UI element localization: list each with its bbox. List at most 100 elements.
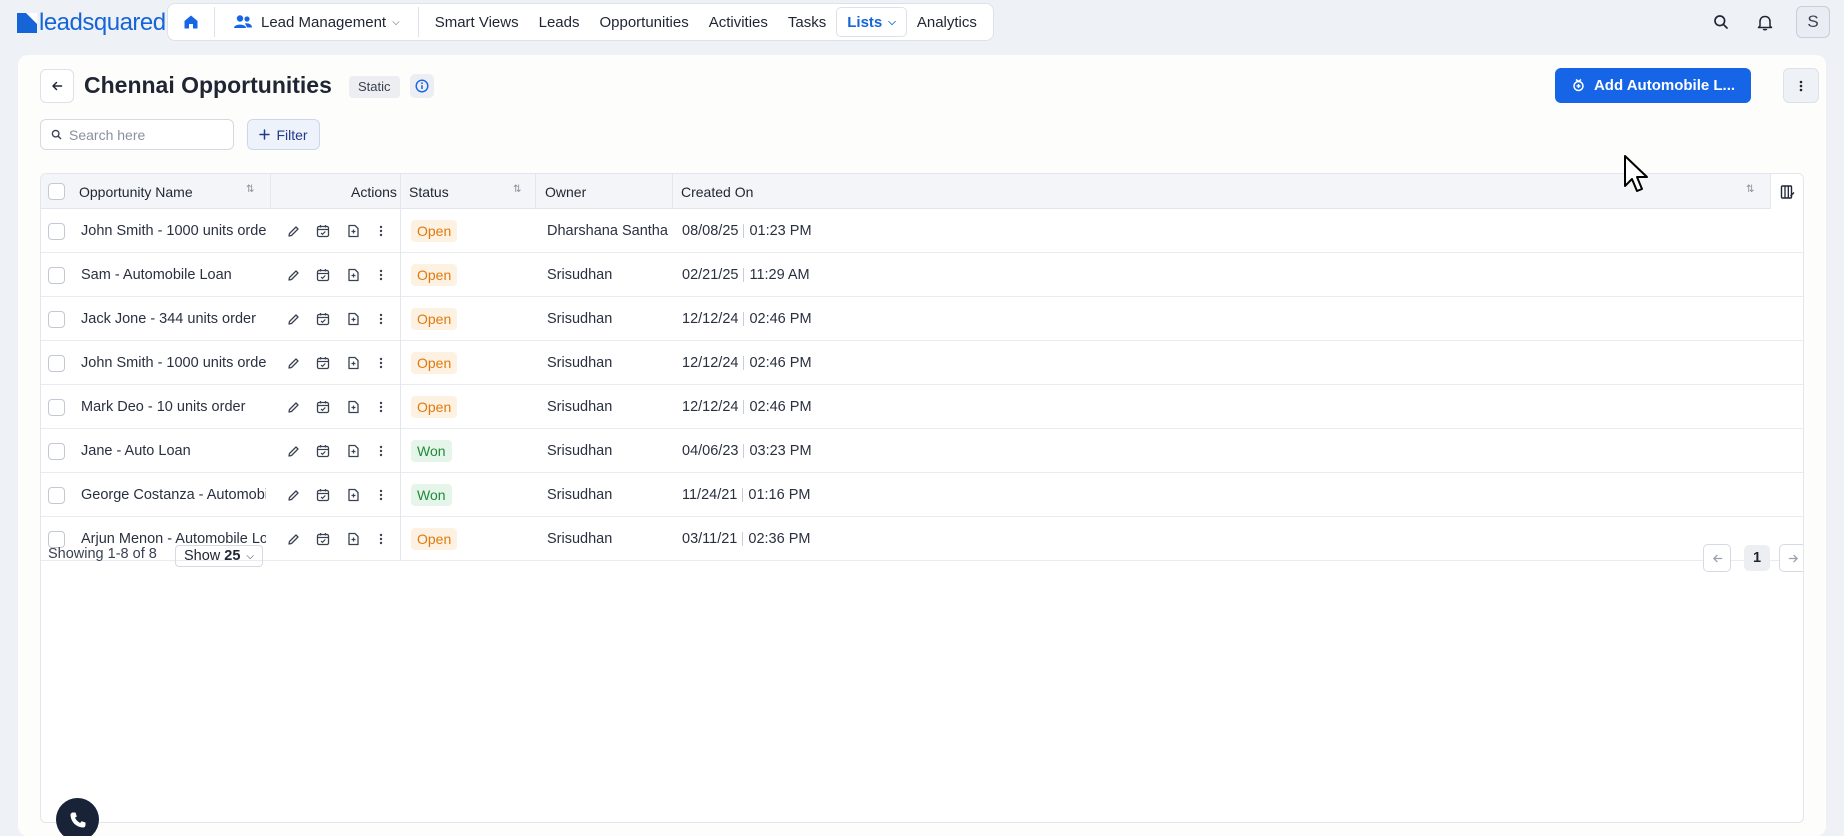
add-activity-button[interactable]	[314, 222, 332, 240]
table-row[interactable]: John Smith - 1000 units order Open Srisudh…	[41, 341, 1803, 385]
chevron-down-icon: ⌵	[888, 16, 896, 28]
opportunity-name[interactable]: Sam - Automobile Loan	[81, 253, 266, 297]
row-checkbox[interactable]	[48, 354, 65, 372]
table-row[interactable]: George Costanza - Automobile ... Won Srisu…	[41, 473, 1803, 517]
nav-smart-views[interactable]: Smart Views	[425, 7, 529, 37]
add-note-button[interactable]	[344, 354, 362, 372]
row-more-button[interactable]	[372, 266, 390, 284]
add-note-button[interactable]	[344, 266, 362, 284]
nav-leads[interactable]: Leads	[529, 7, 590, 37]
kebab-icon	[379, 357, 383, 369]
filter-button[interactable]: Filter	[247, 119, 320, 150]
info-icon	[415, 79, 429, 93]
edit-button[interactable]	[284, 310, 302, 328]
column-settings-button[interactable]	[1770, 174, 1803, 209]
add-note-button[interactable]	[344, 442, 362, 460]
nav-tasks[interactable]: Tasks	[778, 7, 836, 37]
add-automobile-loan-button[interactable]: Add Automobile L...	[1555, 68, 1751, 103]
nav-analytics[interactable]: Analytics	[907, 7, 987, 37]
add-note-button[interactable]	[344, 222, 362, 240]
table-row[interactable]: Jack Jone - 344 units order Open Srisudhan…	[41, 297, 1803, 341]
created-date: 08/08/25	[682, 223, 739, 239]
row-more-button[interactable]	[372, 442, 390, 460]
opportunity-name[interactable]: Jane - Auto Loan	[81, 429, 266, 473]
nav-activities[interactable]: Activities	[699, 7, 778, 37]
pencil-icon	[287, 401, 299, 413]
add-activity-button[interactable]	[314, 398, 332, 416]
col-created-on[interactable]: Created On	[681, 174, 753, 209]
col-status[interactable]: Status	[409, 174, 449, 209]
opportunity-name[interactable]: John Smith - 1000 units order	[81, 209, 266, 253]
column-divider	[400, 297, 401, 341]
edit-button[interactable]	[284, 266, 302, 284]
edit-button[interactable]	[284, 442, 302, 460]
opportunity-name[interactable]: George Costanza - Automobile ...	[81, 473, 266, 517]
edit-button[interactable]	[284, 354, 302, 372]
chevron-down-icon: ⌵	[392, 16, 400, 28]
row-more-button[interactable]	[372, 398, 390, 416]
leadsquared-logo[interactable]: leadsquared	[17, 9, 166, 37]
row-more-button[interactable]	[372, 486, 390, 504]
table-row[interactable]: Sam - Automobile Loan Open Srisudhan 02/21/…	[41, 253, 1803, 297]
row-checkbox[interactable]	[48, 442, 65, 460]
add-activity-button[interactable]	[314, 354, 332, 372]
search-input[interactable]	[69, 126, 219, 143]
current-page[interactable]: 1	[1744, 545, 1770, 571]
prev-page-button[interactable]	[1703, 544, 1731, 572]
next-page-button[interactable]	[1779, 544, 1803, 572]
add-note-button[interactable]	[344, 398, 362, 416]
search-box[interactable]	[40, 119, 234, 150]
row-checkbox[interactable]	[48, 398, 65, 416]
row-checkbox[interactable]	[48, 310, 65, 328]
add-note-button[interactable]	[344, 486, 362, 504]
add-activity-button[interactable]	[314, 266, 332, 284]
document-add-icon	[347, 444, 359, 458]
info-button[interactable]	[410, 74, 434, 98]
edit-button[interactable]	[284, 398, 302, 416]
row-more-button[interactable]	[372, 310, 390, 328]
columns-icon	[1780, 184, 1794, 199]
sort-icon[interactable]: ⇅	[513, 184, 521, 195]
nav-divider	[214, 7, 215, 37]
phone-call-button[interactable]	[56, 798, 99, 836]
row-checkbox[interactable]	[48, 222, 65, 240]
module-switcher[interactable]: Lead Management ⌵	[221, 7, 412, 37]
back-button[interactable]	[40, 69, 74, 103]
add-activity-button[interactable]	[314, 442, 332, 460]
add-activity-button[interactable]	[314, 310, 332, 328]
add-activity-button[interactable]	[314, 486, 332, 504]
opportunity-name[interactable]: Mark Deo - 10 units order	[81, 385, 266, 429]
table-footer: Showing 1-8 of 8 Show 25 ⌵ 1	[41, 534, 1803, 578]
logo-mark	[17, 13, 37, 33]
table-row[interactable]: Mark Deo - 10 units order Open Srisudhan 12…	[41, 385, 1803, 429]
table-row[interactable]: Jane - Auto Loan Won Srisudhan 04/06/23 03:2…	[41, 429, 1803, 473]
edit-button[interactable]	[284, 486, 302, 504]
global-search-button[interactable]	[1708, 9, 1734, 35]
nav-opportunities[interactable]: Opportunities	[589, 7, 698, 37]
sort-icon[interactable]: ⇅	[1746, 184, 1754, 195]
col-opportunity-name[interactable]: Opportunity Name	[79, 174, 193, 209]
row-checkbox[interactable]	[48, 266, 65, 284]
notifications-button[interactable]	[1752, 9, 1778, 35]
row-more-button[interactable]	[372, 354, 390, 372]
col-owner[interactable]: Owner	[545, 174, 586, 209]
table-row[interactable]: John Smith - 1000 units order Open Dharsha…	[41, 209, 1803, 253]
home-button[interactable]	[174, 7, 208, 37]
user-avatar[interactable]: S	[1796, 6, 1830, 38]
select-all-checkbox[interactable]	[48, 183, 65, 200]
sort-icon[interactable]: ⇅	[246, 184, 254, 195]
created-time: 02:46 PM	[749, 399, 812, 415]
opportunity-name[interactable]: John Smith - 1000 units order	[81, 341, 266, 385]
status-badge: Won	[411, 440, 452, 462]
main-nav: Lead Management ⌵ Smart Views Leads Oppo…	[167, 3, 994, 41]
row-more-button[interactable]	[372, 222, 390, 240]
nav-lists[interactable]: Lists ⌵	[836, 7, 907, 37]
opportunities-table: Opportunity Name ⇅ Actions Status ⇅ Owne…	[40, 173, 1804, 823]
page-size-select[interactable]: Show 25 ⌵	[175, 545, 264, 567]
opportunity-name[interactable]: Jack Jone - 344 units order	[81, 297, 266, 341]
row-checkbox[interactable]	[48, 486, 65, 504]
add-note-button[interactable]	[344, 310, 362, 328]
pencil-icon	[287, 445, 299, 457]
more-options-button[interactable]	[1783, 68, 1819, 103]
edit-button[interactable]	[284, 222, 302, 240]
